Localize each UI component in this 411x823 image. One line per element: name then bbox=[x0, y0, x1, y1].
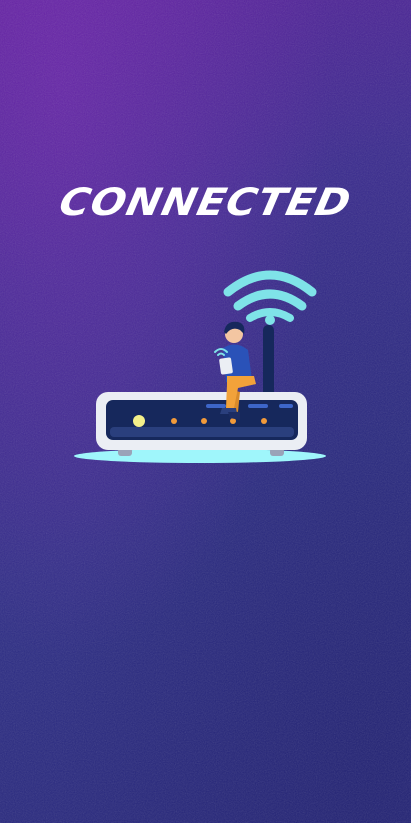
router-power-led bbox=[133, 415, 145, 427]
connection-status-title: CONNECTED bbox=[55, 179, 356, 225]
wifi-signal-icon bbox=[223, 270, 317, 325]
router-wifi-person-icon bbox=[74, 270, 326, 463]
router-antenna bbox=[263, 325, 274, 401]
connected-screen: CONNECTED bbox=[0, 0, 411, 823]
router-glow bbox=[74, 449, 326, 463]
